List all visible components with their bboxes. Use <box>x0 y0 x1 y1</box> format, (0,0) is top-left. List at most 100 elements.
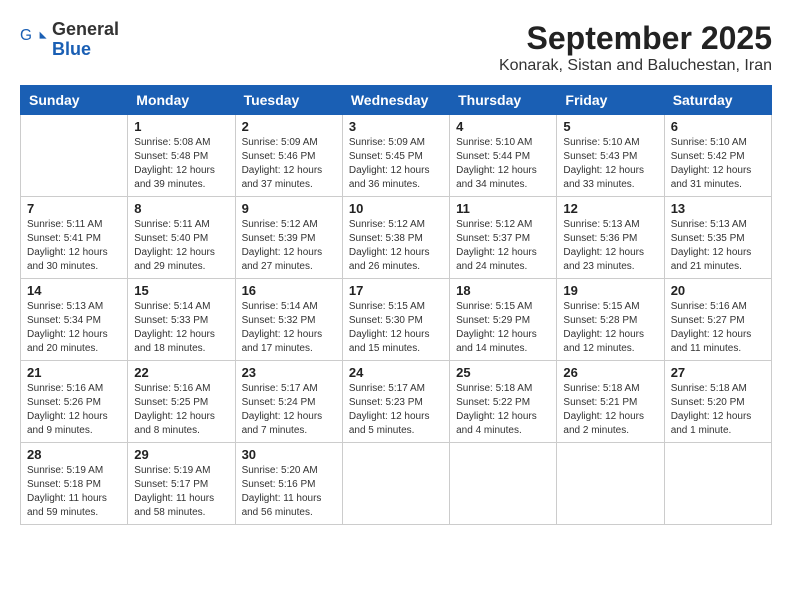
day-number: 22 <box>134 365 228 380</box>
day-info: Sunrise: 5:18 AM Sunset: 5:20 PM Dayligh… <box>671 382 765 438</box>
day-info: Sunrise: 5:16 AM Sunset: 5:26 PM Dayligh… <box>27 382 121 438</box>
calendar-cell: 4 Sunrise: 5:10 AM Sunset: 5:44 PM Daylig… <box>450 115 557 197</box>
weekday-header-wednesday: Wednesday <box>342 86 449 115</box>
day-number: 3 <box>349 119 443 134</box>
day-number: 29 <box>134 447 228 462</box>
day-number: 30 <box>242 447 336 462</box>
day-number: 20 <box>671 283 765 298</box>
calendar-cell: 8Sunrise: 5:11 AM Sunset: 5:40 PM Daylig… <box>128 197 235 279</box>
day-info: Sunrise: 5:19 AM Sunset: 5:17 PM Dayligh… <box>134 464 228 520</box>
day-info: Sunrise: 5:19 AM Sunset: 5:18 PM Dayligh… <box>27 464 121 520</box>
day-info: Sunrise: 5:17 AM Sunset: 5:24 PM Dayligh… <box>242 382 336 438</box>
calendar-cell: 17 Sunrise: 5:15 AM Sunset: 5:30 PM Dayli… <box>342 279 449 361</box>
calendar-cell: 27 Sunrise: 5:18 AM Sunset: 5:20 PM Dayli… <box>664 361 771 443</box>
calendar-cell: 30 Sunrise: 5:20 AM Sunset: 5:16 PM Dayli… <box>235 443 342 525</box>
day-info: Sunrise: 5:09 AM Sunset: 5:46 PM Dayligh… <box>242 136 336 192</box>
day-number: 28 <box>27 447 121 462</box>
day-number: 6 <box>671 119 765 134</box>
day-number: 5 <box>563 119 657 134</box>
calendar-cell: 1Sunrise: 5:08 AM Sunset: 5:48 PM Daylig… <box>128 115 235 197</box>
day-number: 18 <box>456 283 550 298</box>
day-info: Sunrise: 5:15 AM Sunset: 5:28 PM Dayligh… <box>563 300 657 356</box>
day-info: Sunrise: 5:17 AM Sunset: 5:23 PM Dayligh… <box>349 382 443 438</box>
logo-blue: Blue <box>52 40 119 60</box>
day-number: 10 <box>349 201 443 216</box>
day-info: Sunrise: 5:12 AM Sunset: 5:37 PM Dayligh… <box>456 218 550 274</box>
day-number: 9 <box>242 201 336 216</box>
weekday-header-monday: Monday <box>128 86 235 115</box>
calendar-cell <box>450 443 557 525</box>
day-info: Sunrise: 5:14 AM Sunset: 5:33 PM Dayligh… <box>134 300 228 356</box>
day-info: Sunrise: 5:10 AM Sunset: 5:43 PM Dayligh… <box>563 136 657 192</box>
weekday-header-sunday: Sunday <box>21 86 128 115</box>
calendar-cell: 13 Sunrise: 5:13 AM Sunset: 5:35 PM Dayli… <box>664 197 771 279</box>
day-number: 26 <box>563 365 657 380</box>
calendar-cell: 11 Sunrise: 5:12 AM Sunset: 5:37 PM Dayli… <box>450 197 557 279</box>
weekday-header-row: SundayMondayTuesdayWednesdayThursdayFrid… <box>21 86 772 115</box>
calendar-cell: 21 Sunrise: 5:16 AM Sunset: 5:26 PM Dayli… <box>21 361 128 443</box>
day-info: Sunrise: 5:10 AM Sunset: 5:44 PM Dayligh… <box>456 136 550 192</box>
day-info: Sunrise: 5:12 AM Sunset: 5:39 PM Dayligh… <box>242 218 336 274</box>
title-block: September 2025 Konarak, Sistan and Baluc… <box>499 20 772 75</box>
calendar-cell <box>557 443 664 525</box>
day-number: 24 <box>349 365 443 380</box>
day-number: 21 <box>27 365 121 380</box>
day-info: Sunrise: 5:10 AM Sunset: 5:42 PM Dayligh… <box>671 136 765 192</box>
day-info: Sunrise: 5:13 AM Sunset: 5:36 PM Dayligh… <box>563 218 657 274</box>
day-info: Sunrise: 5:16 AM Sunset: 5:25 PM Dayligh… <box>134 382 228 438</box>
day-number: 17 <box>349 283 443 298</box>
calendar-cell: 10 Sunrise: 5:12 AM Sunset: 5:38 PM Dayli… <box>342 197 449 279</box>
calendar-cell: 2 Sunrise: 5:09 AM Sunset: 5:46 PM Daylig… <box>235 115 342 197</box>
weekday-header-thursday: Thursday <box>450 86 557 115</box>
day-info: Sunrise: 5:18 AM Sunset: 5:22 PM Dayligh… <box>456 382 550 438</box>
location-title: Konarak, Sistan and Baluchestan, Iran <box>499 57 772 75</box>
calendar-cell: 7Sunrise: 5:11 AM Sunset: 5:41 PM Daylig… <box>21 197 128 279</box>
calendar-cell: 6 Sunrise: 5:10 AM Sunset: 5:42 PM Daylig… <box>664 115 771 197</box>
day-info: Sunrise: 5:15 AM Sunset: 5:29 PM Dayligh… <box>456 300 550 356</box>
day-number: 11 <box>456 201 550 216</box>
calendar-cell: 23 Sunrise: 5:17 AM Sunset: 5:24 PM Dayli… <box>235 361 342 443</box>
calendar-cell <box>342 443 449 525</box>
day-number: 23 <box>242 365 336 380</box>
svg-text:G: G <box>20 27 32 44</box>
logo-icon: G <box>20 26 48 54</box>
calendar-cell: 16Sunrise: 5:14 AM Sunset: 5:32 PM Dayli… <box>235 279 342 361</box>
calendar-cell: 15 Sunrise: 5:14 AM Sunset: 5:33 PM Dayli… <box>128 279 235 361</box>
week-row-3: 14Sunrise: 5:13 AM Sunset: 5:34 PM Dayli… <box>21 279 772 361</box>
day-number: 2 <box>242 119 336 134</box>
day-info: Sunrise: 5:11 AM Sunset: 5:40 PM Dayligh… <box>134 218 228 274</box>
calendar-cell: 19 Sunrise: 5:15 AM Sunset: 5:28 PM Dayli… <box>557 279 664 361</box>
calendar-cell: 29 Sunrise: 5:19 AM Sunset: 5:17 PM Dayli… <box>128 443 235 525</box>
day-info: Sunrise: 5:12 AM Sunset: 5:38 PM Dayligh… <box>349 218 443 274</box>
logo-general: General <box>52 20 119 40</box>
weekday-header-friday: Friday <box>557 86 664 115</box>
day-info: Sunrise: 5:08 AM Sunset: 5:48 PM Dayligh… <box>134 136 228 192</box>
weekday-header-tuesday: Tuesday <box>235 86 342 115</box>
calendar-cell: 9 Sunrise: 5:12 AM Sunset: 5:39 PM Daylig… <box>235 197 342 279</box>
week-row-2: 7Sunrise: 5:11 AM Sunset: 5:41 PM Daylig… <box>21 197 772 279</box>
calendar-cell: 28 Sunrise: 5:19 AM Sunset: 5:18 PM Dayli… <box>21 443 128 525</box>
day-info: Sunrise: 5:11 AM Sunset: 5:41 PM Dayligh… <box>27 218 121 274</box>
calendar-cell: 3 Sunrise: 5:09 AM Sunset: 5:45 PM Daylig… <box>342 115 449 197</box>
logo-text: General Blue <box>52 20 119 60</box>
day-number: 15 <box>134 283 228 298</box>
day-info: Sunrise: 5:15 AM Sunset: 5:30 PM Dayligh… <box>349 300 443 356</box>
day-info: Sunrise: 5:09 AM Sunset: 5:45 PM Dayligh… <box>349 136 443 192</box>
calendar-cell: 22 Sunrise: 5:16 AM Sunset: 5:25 PM Dayli… <box>128 361 235 443</box>
day-number: 4 <box>456 119 550 134</box>
day-info: Sunrise: 5:20 AM Sunset: 5:16 PM Dayligh… <box>242 464 336 520</box>
weekday-header-saturday: Saturday <box>664 86 771 115</box>
page-header: G General Blue September 2025 Konarak, S… <box>20 20 772 75</box>
calendar-cell: 24 Sunrise: 5:17 AM Sunset: 5:23 PM Dayli… <box>342 361 449 443</box>
day-info: Sunrise: 5:16 AM Sunset: 5:27 PM Dayligh… <box>671 300 765 356</box>
calendar-table: SundayMondayTuesdayWednesdayThursdayFrid… <box>20 85 772 525</box>
day-info: Sunrise: 5:14 AM Sunset: 5:32 PM Dayligh… <box>242 300 336 356</box>
day-number: 13 <box>671 201 765 216</box>
calendar-cell: 18 Sunrise: 5:15 AM Sunset: 5:29 PM Dayli… <box>450 279 557 361</box>
day-info: Sunrise: 5:13 AM Sunset: 5:35 PM Dayligh… <box>671 218 765 274</box>
day-number: 19 <box>563 283 657 298</box>
day-number: 27 <box>671 365 765 380</box>
day-number: 25 <box>456 365 550 380</box>
logo: G General Blue <box>20 20 119 60</box>
day-info: Sunrise: 5:13 AM Sunset: 5:34 PM Dayligh… <box>27 300 121 356</box>
